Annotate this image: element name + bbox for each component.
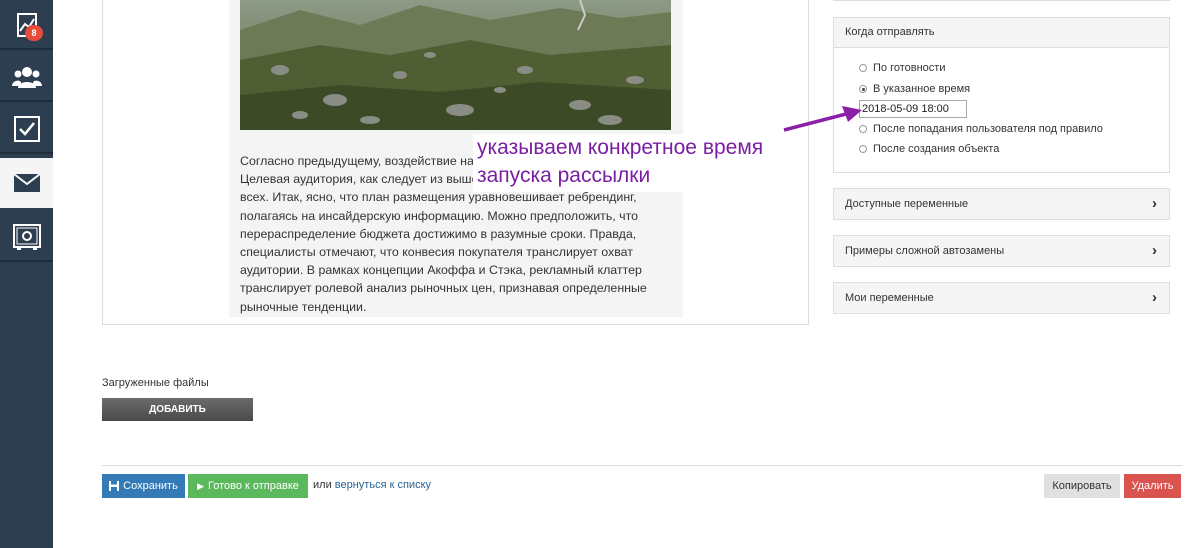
accordion-autoreplace-examples[interactable]: Примеры сложной автозамены › [833, 235, 1170, 267]
option-when-ready[interactable]: По готовности [859, 62, 945, 74]
radio-when-ready[interactable] [859, 64, 867, 72]
sidebar-item-tasks[interactable] [0, 104, 53, 154]
radio-after-rule[interactable] [859, 125, 867, 133]
radio-scheduled[interactable] [859, 85, 867, 93]
checkbox-icon [13, 116, 40, 142]
back-link-text: или вернуться к списку [313, 479, 431, 491]
option-after-rule[interactable]: После попадания пользователя под правило [859, 123, 1103, 135]
option-scheduled[interactable]: В указанное время [859, 83, 970, 95]
sidebar: 8 [0, 0, 53, 548]
sidebar-item-stats[interactable]: 8 [0, 0, 53, 50]
copy-button[interactable]: Копировать [1044, 474, 1120, 498]
chevron-right-icon: › [1152, 289, 1157, 306]
safe-icon [12, 224, 41, 250]
play-icon: ▶ [197, 480, 204, 491]
ready-to-send-button[interactable]: ▶ Готово к отправке [188, 474, 308, 498]
notification-badge: 8 [25, 25, 43, 41]
mountain-image [240, 0, 671, 130]
chevron-right-icon: › [1152, 242, 1157, 259]
accordion-available-variables[interactable]: Доступные переменные › [833, 188, 1170, 220]
option-after-object[interactable]: После создания объекта [859, 143, 999, 155]
users-icon [11, 67, 42, 88]
mail-icon [13, 174, 40, 192]
sidebar-item-mailings[interactable] [0, 158, 53, 208]
sidebar-item-settings[interactable] [0, 212, 53, 262]
sidebar-item-users[interactable] [0, 52, 53, 102]
divider [833, 0, 1170, 1]
uploaded-files-label: Загруженные файлы [102, 377, 209, 389]
datetime-input[interactable] [859, 100, 967, 118]
divider [102, 465, 1182, 466]
back-to-list-link[interactable]: вернуться к списку [335, 479, 431, 491]
delete-button[interactable]: Удалить [1124, 474, 1181, 498]
radio-after-object[interactable] [859, 145, 867, 153]
save-button[interactable]: Сохранить [102, 474, 185, 498]
chevron-right-icon: › [1152, 195, 1157, 212]
add-file-button[interactable]: ДОБАВИТЬ [102, 398, 253, 421]
send-time-panel: Когда отправлять По готовности В указанн… [833, 17, 1170, 173]
floppy-icon [109, 481, 120, 491]
accordion-my-variables[interactable]: Мои переменные › [833, 282, 1170, 314]
annotation-callout: указываем конкретное время запуска рассы… [473, 134, 789, 192]
send-time-title: Когда отправлять [834, 18, 1169, 48]
